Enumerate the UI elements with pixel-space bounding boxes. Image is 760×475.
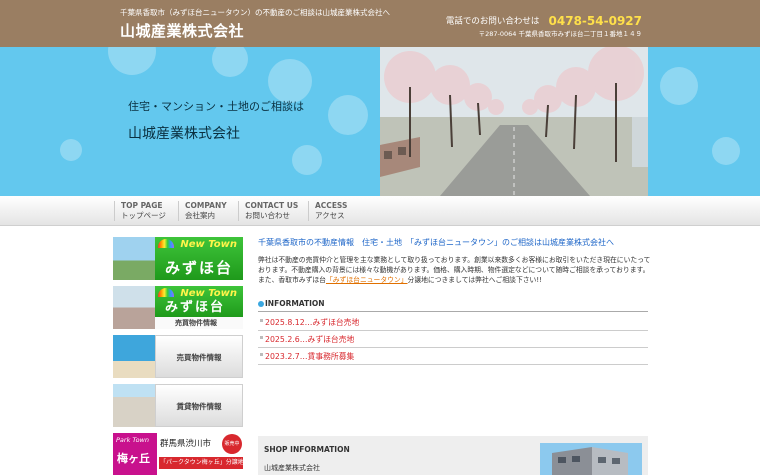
phone-number[interactable]: 0478-54-0927 [549,14,642,28]
bubble-decoration [292,145,322,175]
bubble-decoration [660,67,698,105]
shop-information: SHOP INFORMATION 山城産業株式会社 [258,436,648,475]
hero-banner: 住宅・マンション・土地のご相談は 山城産業株式会社 [0,47,760,196]
intro-line-start: また、香取市みずほ台 [258,276,326,284]
nav-contact-jp: お問い合わせ [245,211,290,220]
phone-label: 電話でのお問い合わせは [445,16,540,27]
bubble-decoration [108,47,156,75]
newtown-thumb-image [113,237,155,280]
nav-company-en: COMPANY [185,201,227,210]
header-phone: 電話でのお問い合わせは 0478-54-0927 [446,10,642,29]
nav-company[interactable]: COMPANY 会社案内 [178,201,227,221]
hero-catchphrase: 住宅・マンション・土地のご相談は [128,100,304,113]
shop-name: 山城産業株式会社 [264,464,320,472]
nav-contact[interactable]: CONTACT US お問い合わせ [238,201,298,221]
information-title: INFORMATION [265,299,325,308]
intro-line: また、香取市みずほ台「みずほ台ニュータウン」分譲地につきましては弊社へご相談下さ… [258,275,648,285]
newtown-sale-logo: New Town みずほ台 [155,286,243,317]
on-sale-badge: 販売中 [222,434,242,454]
site-header: 千葉県香取市（みずほ台ニュータウン）の不動産のご相談は山城産業株式会社へ 山城産… [0,0,760,47]
main-heading: 千葉県香取市の不動産情報 住宅・土地 「みずほ台ニュータウン」のご相談は山城産業… [258,238,614,247]
newtown-jp: みずほ台 [165,259,234,277]
nav-access[interactable]: ACCESS アクセス [308,201,347,221]
intro-line-end: 分譲地につきましては弊社へご相談下さい!! [407,276,542,284]
parktown-jp: 梅ヶ丘 [117,452,150,465]
bullet-icon [260,336,263,339]
news-link[interactable]: 2025.8.12…みずほ台売地 [265,317,359,328]
sale-listings-button: 売買物件情報 [155,335,243,378]
nav-contact-en: CONTACT US [245,201,299,210]
parktown-logo: Park Town 梅ヶ丘 [113,433,157,475]
rental-listings-button: 賃貸物件情報 [155,384,243,427]
news-link[interactable]: 2023.2.7…賃事務所募集 [265,351,354,362]
mizuhodai-link[interactable]: 「みずほ台ニュータウン」 [326,276,408,284]
intro-line: 弊社は不動産の売買仲介と管理を主な業務として取り扱っております。創業以来数多くお… [258,256,651,264]
nav-top-page[interactable]: TOP PAGE トップページ [114,201,166,221]
bubble-decoration [212,47,248,77]
newtown-banner[interactable]: New Town みずほ台 [113,237,243,280]
shop-heading: SHOP INFORMATION [264,445,350,454]
bullet-icon [258,301,264,307]
bullet-icon [260,319,263,322]
nav-access-en: ACCESS [315,201,348,210]
newtown-sale-sublabel: 売買物件情報 [155,317,243,329]
newtown-sale-banner[interactable]: New Town みずほ台 売買物件情報 [113,286,243,329]
newtown-sale-thumb-image [113,286,155,329]
parktown-city: 群馬県渋川市 [160,439,212,449]
information-heading: INFORMATION [258,298,648,312]
parktown-info: 群馬県渋川市 販売中 「パークタウン梅ヶ丘」分譲地 [157,433,243,475]
sale-listings-label: 売買物件情報 [176,352,222,362]
nav-company-jp: 会社案内 [185,211,215,220]
global-nav: TOP PAGE トップページ COMPANY 会社案内 CONTACT US … [0,196,760,226]
news-item[interactable]: 2025.2.6…みずほ台売地 [258,331,648,348]
cherry-blossom-road-photo [380,47,648,196]
header-company-name[interactable]: 山城産業株式会社 [120,20,244,41]
newtown-logo: New Town みずほ台 [155,237,243,280]
intro-line: おります。不動産購入の背景には様々な動機があります。価格、購入時期、物件選定など… [258,266,650,274]
news-link[interactable]: 2025.2.6…みずほ台売地 [265,334,354,345]
bubble-decoration [268,59,312,103]
bubble-decoration [60,139,82,161]
shop-building-photo [540,443,642,475]
rental-listings-label: 賃貸物件情報 [176,401,222,411]
parktown-banner[interactable]: Park Town 梅ヶ丘 群馬県渋川市 販売中 「パークタウン梅ヶ丘」分譲地 [113,433,243,475]
nav-top-page-en: TOP PAGE [121,201,163,210]
bubble-decoration [328,95,368,135]
news-item[interactable]: 2025.8.12…みずほ台売地 [258,314,648,331]
header-address: 〒287-0064 千葉県香取市みずほ台二丁目１番地１４９ [478,30,642,38]
beach-thumb-image [113,335,155,378]
intro-text: 弊社は不動産の売買仲介と管理を主な業務として取り扱っております。創業以来数多くお… [258,255,651,285]
bubble-decoration [712,137,740,165]
newtown-sale-jp: みずほ台 [165,300,226,315]
rental-listings-banner[interactable]: 賃貸物件情報 [113,384,243,427]
header-tagline: 千葉県香取市（みずほ台ニュータウン）の不動産のご相談は山城産業株式会社へ [120,8,390,17]
parktown-en: Park Town [116,436,149,444]
sale-listings-banner[interactable]: 売買物件情報 [113,335,243,378]
news-item[interactable]: 2023.2.7…賃事務所募集 [258,348,648,365]
bullet-icon [260,353,263,356]
rainbow-icon [158,239,174,248]
nav-top-page-jp: トップページ [121,211,166,220]
apartment-thumb-image [113,384,155,427]
newtown-en: New Town [180,239,237,250]
hero-company-name: 山城産業株式会社 [128,126,240,142]
parktown-caption: 「パークタウン梅ヶ丘」分譲地 [159,457,243,469]
nav-access-jp: アクセス [315,211,345,220]
